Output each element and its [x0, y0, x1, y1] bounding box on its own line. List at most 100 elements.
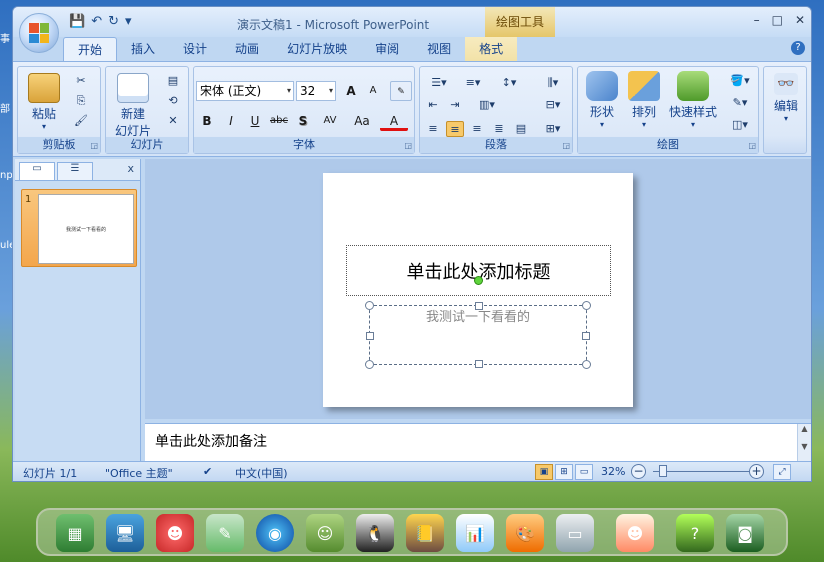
resize-handle[interactable]	[366, 332, 374, 340]
penguin-icon[interactable]: 🐧	[356, 514, 394, 552]
paint-palette-icon[interactable]: 🎨	[506, 514, 544, 552]
font-size-select[interactable]: 32 ▾	[296, 81, 336, 101]
shape-outline-icon[interactable]: ✎▾	[726, 95, 754, 111]
resize-handle[interactable]	[582, 301, 591, 310]
dialog-launcher-icon[interactable]: ◲	[748, 141, 756, 150]
tab-design[interactable]: 设计	[169, 37, 221, 61]
cartoon-icon[interactable]: ☻	[616, 514, 654, 552]
editing-button[interactable]: 👓 编辑 ▾	[766, 73, 806, 123]
copy-icon[interactable]: ⎘	[72, 93, 90, 109]
format-painter-icon[interactable]: 🖌	[72, 113, 90, 129]
zoom-level[interactable]: 32%	[601, 465, 625, 478]
undo-button[interactable]: ↶	[91, 13, 102, 31]
dialog-launcher-icon[interactable]: ◲	[404, 141, 412, 150]
slide-thumbnail[interactable]: 1 我测试一下看看的	[21, 189, 137, 267]
shapes-button[interactable]: 形状 ▾	[582, 71, 622, 129]
normal-view-button[interactable]: ▣	[535, 464, 553, 480]
strikethrough-button[interactable]: abc	[268, 111, 290, 131]
chart-app-icon[interactable]: 📊	[456, 514, 494, 552]
char-spacing-button[interactable]: AV	[316, 111, 344, 131]
align-center-icon[interactable]: ≡	[446, 121, 464, 137]
outline-tab-icon[interactable]: ☰	[57, 162, 93, 180]
tab-view[interactable]: 视图	[413, 37, 465, 61]
shape-effects-icon[interactable]: ◫▾	[726, 117, 754, 133]
tab-insert[interactable]: 插入	[117, 37, 169, 61]
slide-canvas[interactable]: 单击此处添加标题 我测试一下看看的	[323, 173, 633, 407]
monitor-icon[interactable]: 🖥	[106, 514, 144, 552]
close-pane-button[interactable]: x	[127, 162, 134, 175]
font-color-button[interactable]: A	[380, 111, 408, 131]
bullets-icon[interactable]: ☰▾	[424, 75, 454, 91]
usb-drive-icon[interactable]: ▭	[556, 514, 594, 552]
resize-handle[interactable]	[365, 360, 374, 369]
bold-button[interactable]: B	[196, 111, 218, 131]
underline-button[interactable]: U	[244, 111, 266, 131]
fit-to-window-button[interactable]: ⤢	[773, 464, 791, 480]
clear-format-icon[interactable]: ✎	[390, 81, 412, 101]
help-icon[interactable]: ?	[791, 41, 805, 55]
rotation-handle[interactable]	[474, 276, 483, 285]
justify-icon[interactable]: ≣	[490, 121, 508, 137]
align-right-icon[interactable]: ≡	[468, 121, 486, 137]
align-left-icon[interactable]: ≡	[424, 121, 442, 137]
numbering-icon[interactable]: ≡▾	[458, 75, 488, 91]
spell-check-icon[interactable]: ✔	[203, 465, 212, 478]
decrease-indent-icon[interactable]: ⇤	[424, 97, 442, 113]
shadow-button[interactable]: S	[292, 111, 314, 131]
italic-button[interactable]: I	[220, 111, 242, 131]
line-spacing-icon[interactable]: ↕▾	[494, 75, 524, 91]
zoom-slider-thumb[interactable]	[659, 465, 667, 477]
notes-pane[interactable]: 单击此处添加备注 ▲ ▼	[145, 423, 811, 462]
slide-sorter-view-button[interactable]: ⊞	[555, 464, 573, 480]
shape-fill-icon[interactable]: 🪣▾	[726, 73, 754, 89]
maximize-button[interactable]: □	[772, 13, 783, 27]
save-icon[interactable]: 💾	[69, 13, 85, 31]
dialog-launcher-icon[interactable]: ◲	[562, 141, 570, 150]
notes-icon[interactable]: ✎	[206, 514, 244, 552]
columns-icon[interactable]: ▥▾	[472, 97, 502, 113]
shrink-font-button[interactable]: A	[362, 81, 384, 101]
reset-icon[interactable]: ⟲	[164, 93, 182, 109]
minimize-button[interactable]: –	[754, 13, 760, 27]
resize-handle[interactable]	[475, 302, 483, 310]
distribute-icon[interactable]: ▤	[512, 121, 530, 137]
tab-review[interactable]: 审阅	[361, 37, 413, 61]
body-textbox[interactable]: 我测试一下看看的	[365, 301, 591, 369]
text-direction-icon[interactable]: ⫼▾	[538, 75, 568, 91]
smartart-icon[interactable]: ⊞▾	[540, 121, 566, 137]
green-question-icon[interactable]: ?	[676, 514, 714, 552]
slides-tab-icon[interactable]: ▭	[19, 162, 55, 180]
media-player-icon[interactable]: ◉	[256, 514, 294, 552]
paste-button[interactable]: 粘贴 ▾	[24, 73, 64, 131]
delete-slide-icon[interactable]: ✕	[164, 113, 182, 129]
grow-font-button[interactable]: A	[340, 81, 362, 101]
change-case-button[interactable]: Aa	[348, 111, 376, 131]
zoom-slider-track[interactable]	[653, 471, 749, 472]
resize-handle[interactable]	[475, 360, 483, 368]
quick-styles-button[interactable]: 快速样式 ▾	[666, 71, 720, 129]
title-placeholder[interactable]: 单击此处添加标题	[346, 245, 611, 296]
tab-home[interactable]: 开始	[63, 37, 118, 61]
notes-scrollbar[interactable]: ▲ ▼	[797, 424, 811, 462]
slideshow-view-button[interactable]: ▭	[575, 464, 593, 480]
resize-handle[interactable]	[582, 360, 591, 369]
redo-button[interactable]: ↻	[108, 13, 119, 31]
font-name-select[interactable]: 宋体 (正文) ▾	[196, 81, 294, 101]
chat-buddy-icon[interactable]: ☺	[306, 514, 344, 552]
align-text-icon[interactable]: ⊟▾	[540, 97, 566, 113]
resize-handle[interactable]	[365, 301, 374, 310]
cut-icon[interactable]: ✂	[72, 73, 90, 89]
new-slide-button[interactable]: 新建 幻灯片	[110, 73, 156, 139]
tab-slideshow[interactable]: 幻灯片放映	[273, 37, 361, 61]
zoom-out-button[interactable]: −	[631, 464, 646, 479]
book-icon[interactable]: 📒	[406, 514, 444, 552]
resize-handle[interactable]	[582, 332, 590, 340]
layout-icon[interactable]: ▤	[164, 73, 182, 89]
tab-animations[interactable]: 动画	[221, 37, 273, 61]
image-viewer-icon[interactable]: ▦	[56, 514, 94, 552]
tab-format[interactable]: 格式	[465, 37, 518, 61]
dialog-launcher-icon[interactable]: ◲	[90, 141, 98, 150]
mascot-icon[interactable]: ☻	[156, 514, 194, 552]
zoom-in-button[interactable]: +	[749, 464, 764, 479]
arrange-button[interactable]: 排列 ▾	[624, 71, 664, 129]
